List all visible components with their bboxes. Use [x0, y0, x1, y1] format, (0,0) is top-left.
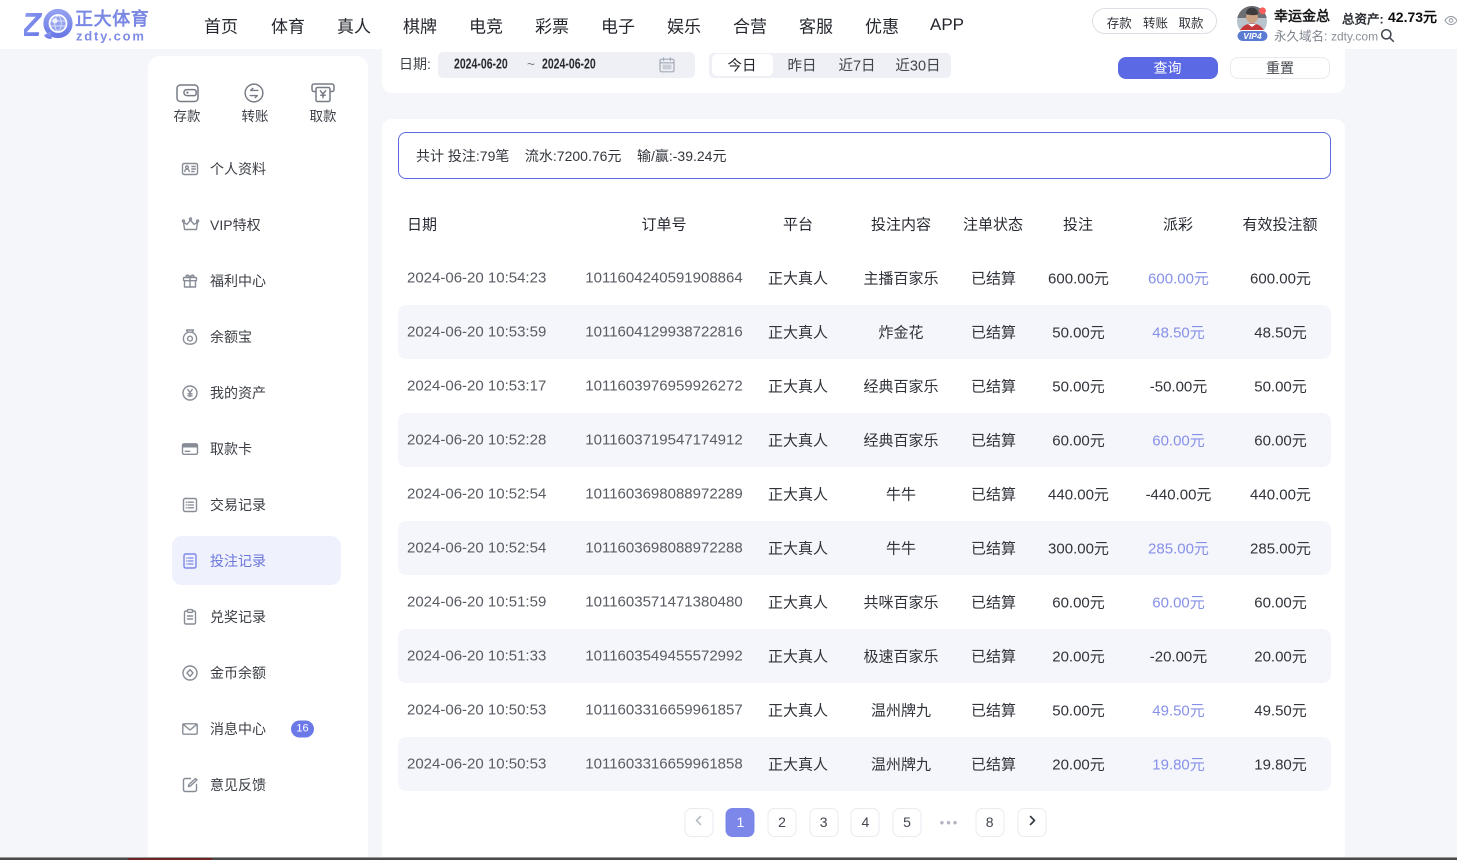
svg-text:VIP4: VIP4 [1243, 31, 1262, 41]
svg-text:zdty.com: zdty.com [76, 29, 146, 44]
svg-text:正大体育: 正大体育 [75, 8, 149, 29]
svg-text:Z: Z [24, 6, 43, 43]
